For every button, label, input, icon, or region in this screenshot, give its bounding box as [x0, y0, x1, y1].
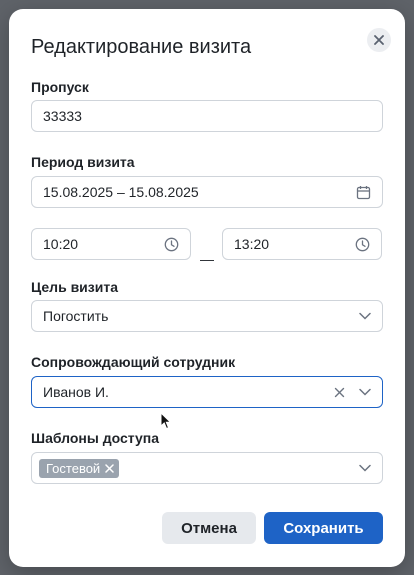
calendar-icon[interactable] [356, 185, 371, 200]
purpose-select[interactable]: Погостить [31, 300, 383, 332]
chevron-down-icon[interactable] [359, 464, 371, 472]
date-range-value: 15.08.2025 – 15.08.2025 [43, 184, 199, 200]
template-chip-label: Гостевой [46, 460, 101, 476]
save-button[interactable]: Сохранить [264, 512, 383, 544]
escort-value: Иванов И. [43, 384, 109, 400]
edit-visit-dialog: Редактирование визита Пропуск 33333 Пери… [9, 9, 405, 567]
time-from-input[interactable]: 10:20 [31, 228, 191, 260]
purpose-value: Погостить [43, 308, 109, 324]
clear-icon[interactable] [334, 387, 345, 398]
time-separator: — [200, 251, 214, 267]
templates-multiselect[interactable]: Гостевой [31, 452, 383, 484]
mouse-cursor-icon [160, 412, 172, 430]
close-icon [374, 35, 384, 45]
escort-select[interactable]: Иванов И. [31, 376, 383, 408]
pass-label: Пропуск [31, 79, 89, 95]
chevron-down-icon[interactable] [359, 388, 371, 396]
templates-label: Шаблоны доступа [31, 430, 159, 446]
dialog-title: Редактирование визита [31, 36, 252, 58]
purpose-label: Цель визита [31, 279, 118, 295]
pass-value: 33333 [43, 108, 82, 124]
clock-icon[interactable] [164, 237, 179, 252]
time-to-input[interactable]: 13:20 [222, 228, 382, 260]
close-button[interactable] [367, 28, 391, 52]
time-from-value: 10:20 [43, 236, 79, 252]
time-to-value: 13:20 [234, 236, 270, 252]
cancel-button[interactable]: Отмена [162, 512, 256, 544]
date-range-input[interactable]: 15.08.2025 – 15.08.2025 [31, 176, 383, 208]
pass-input[interactable]: 33333 [31, 100, 383, 132]
period-label: Период визита [31, 154, 135, 170]
template-chip: Гостевой [39, 458, 120, 478]
remove-chip-icon[interactable] [105, 463, 114, 473]
templates-chips: Гостевой [39, 458, 359, 478]
clock-icon[interactable] [355, 237, 370, 252]
escort-label: Сопровождающий сотрудник [31, 354, 236, 370]
chevron-down-icon[interactable] [359, 312, 371, 320]
